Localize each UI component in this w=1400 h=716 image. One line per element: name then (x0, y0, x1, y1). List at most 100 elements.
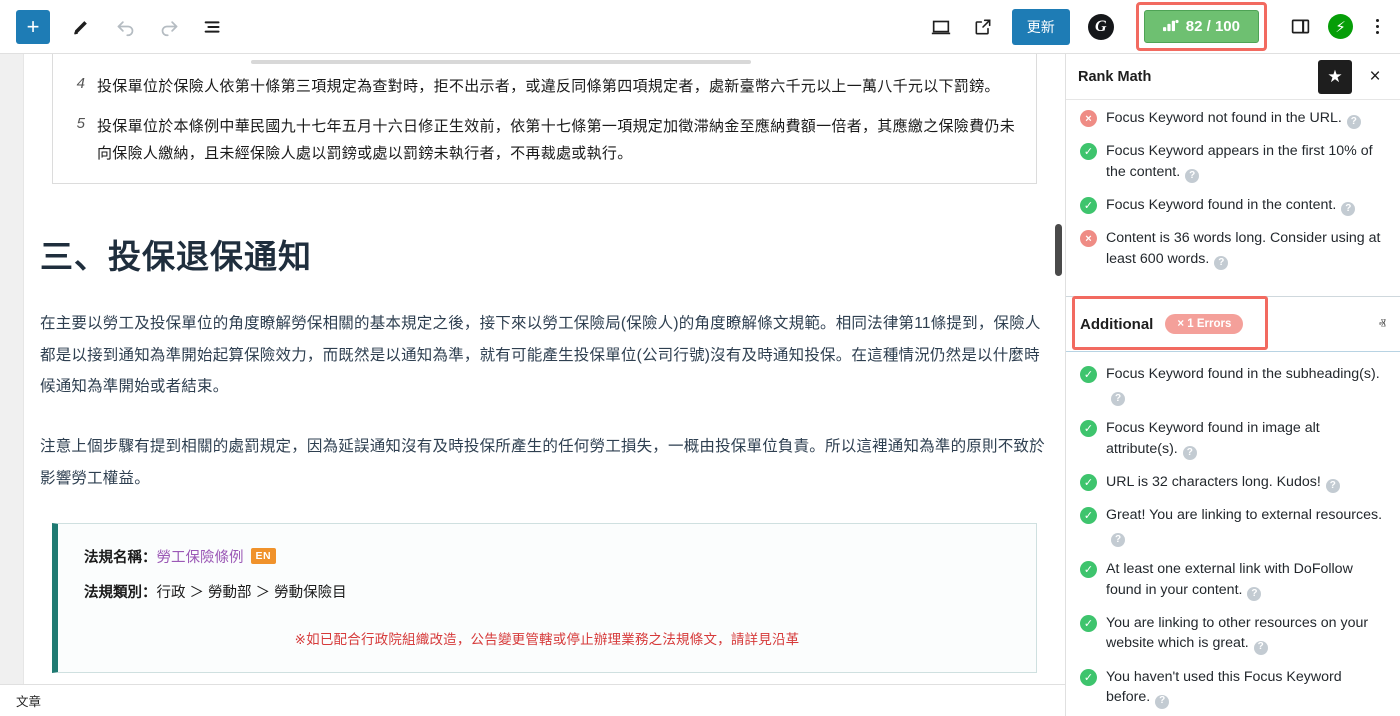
analysis-item: ✓ Focus Keyword found in the subheading(… (1080, 364, 1386, 407)
jetpack-icon[interactable]: ⚡ (1328, 14, 1353, 39)
law-category-label: 法規類別： (84, 584, 157, 601)
help-icon[interactable]: ? (1214, 256, 1229, 271)
success-icon: ✓ (1080, 366, 1097, 384)
editor-toolbar: + 更新 G 82 / 100 ⚡ (0, 0, 1400, 54)
analysis-item: ✓ You are linking to other resources on … (1080, 613, 1386, 655)
law-name-label: 法規名稱： (84, 549, 157, 566)
law-name-value[interactable]: 勞工保險條例 (157, 546, 244, 567)
success-icon: ✓ (1080, 420, 1097, 438)
law-category-line: 法規類別： 行政 ＞ 勞動部 ＞ 勞動保險目 (84, 581, 1010, 602)
breadcrumb[interactable]: 文章 (16, 691, 41, 710)
seo-score-button[interactable]: 82 / 100 (1143, 10, 1259, 43)
toolbar-right-group: 更新 G 82 / 100 ⚡ (922, 2, 1392, 51)
editor-status-bar: 文章 (0, 684, 1065, 716)
analysis-item-text: Focus Keyword found in image alt attribu… (1106, 418, 1386, 460)
post-content-canvas[interactable]: 4 投保單位於保險人依第十條第三項規定為查對時，拒不出示者，或違反同條第四項規定… (24, 54, 1065, 716)
analysis-item-text: Focus Keyword not found in the URL.? (1106, 108, 1361, 130)
success-icon: ✓ (1080, 507, 1097, 525)
editor-scrollbar-thumb[interactable] (1055, 224, 1062, 276)
help-icon[interactable]: ? (1185, 169, 1200, 184)
analysis-item: × Content is 36 words long. Consider usi… (1080, 228, 1386, 271)
analysis-item: ✓ At least one external link with DoFoll… (1080, 559, 1386, 601)
editor-body: 4 投保單位於保險人依第十條第三項規定為查對時，拒不出示者，或違反同條第四項規定… (0, 54, 1400, 716)
law-item-text: 投保單位於本條例中華民國九十七年五月十六日修正生效前，依第十七條第一項規定加徵滞… (97, 118, 1016, 162)
rank-math-content: × Focus Keyword not found in the URL.? ✓… (1066, 100, 1400, 716)
analysis-item-text: Focus Keyword found in the subheading(s)… (1106, 364, 1386, 407)
tools-pencil-icon[interactable] (62, 8, 100, 46)
basic-analysis-list: × Focus Keyword not found in the URL.? ✓… (1066, 100, 1400, 286)
additional-accordion-header[interactable]: Additional × 1 Errors ⱏ (1066, 296, 1400, 353)
help-icon[interactable]: ? (1325, 479, 1340, 494)
grammarly-icon[interactable]: G (1087, 13, 1114, 40)
law-excerpt-row: 4 投保單位於保險人依第十條第三項規定為查對時，拒不出示者，或違反同條第四項規定… (71, 74, 1018, 100)
analysis-item: ✓ URL is 32 characters long. Kudos!? (1080, 472, 1386, 494)
document-outline-icon[interactable] (194, 8, 232, 46)
analysis-item-text: At least one external link with DoFollow… (1106, 559, 1386, 601)
law-excerpt-embed: 4 投保單位於保險人依第十條第三項規定為查對時，拒不出示者，或違反同條第四項規定… (52, 54, 1037, 184)
error-icon: × (1080, 110, 1097, 127)
seo-score-value: 82 / 100 (1185, 18, 1240, 35)
law-category-value: 行政 ＞ 勞動部 ＞ 勞動保險目 (156, 584, 347, 601)
law-item-number: 5 (76, 115, 85, 133)
success-icon: ✓ (1080, 143, 1097, 161)
success-icon: ✓ (1080, 668, 1097, 686)
seo-score-highlight: 82 / 100 (1135, 2, 1267, 51)
english-version-badge[interactable]: EN (250, 548, 277, 565)
error-icon: × (1080, 230, 1097, 248)
rank-math-title: Rank Math (1078, 68, 1152, 85)
law-info-card: 法規名稱： 勞工保險條例 EN 法規類別： 行政 ＞ 勞動部 ＞ 勞動保險目 ※… (52, 522, 1037, 673)
redo-arrow-icon[interactable] (150, 8, 188, 46)
update-button[interactable]: 更新 (1011, 8, 1070, 45)
help-icon[interactable]: ? (1253, 640, 1268, 655)
help-icon[interactable]: ? (1155, 694, 1170, 709)
sidebar-toggle-icon[interactable] (1281, 8, 1319, 46)
analysis-item-text: Focus Keyword appears in the first 10% o… (1106, 141, 1386, 184)
help-icon[interactable]: ? (1247, 586, 1262, 601)
analysis-item: ✓ Focus Keyword appears in the first 10%… (1080, 141, 1386, 184)
analysis-item: × Focus Keyword not found in the URL.? (1080, 108, 1386, 130)
rank-math-header: Rank Math ★ × (1066, 54, 1400, 100)
analysis-item: ✓ Great! You are linking to external res… (1080, 505, 1386, 547)
additional-error-badge: × 1 Errors (1165, 314, 1244, 335)
additional-analysis-list: ✓ Focus Keyword found in the subheading(… (1066, 352, 1400, 709)
paragraph-block[interactable]: 在主要以勞工及投保單位的角度瞭解勞保相關的基本規定之後，接下來以勞工保險局(保險… (40, 308, 1049, 403)
chevron-up-icon[interactable]: ⱏ (1379, 316, 1386, 333)
additional-section: Additional × 1 Errors ⱏ (1066, 296, 1400, 353)
help-icon[interactable]: ? (1346, 115, 1361, 130)
left-rail (0, 54, 24, 716)
help-icon[interactable]: ? (1111, 532, 1125, 547)
three-dots-icon[interactable] (1362, 8, 1392, 46)
law-card-note: ※如已配合行政院組織改造，公告變更管轄或停止辦理業務之法規條文，請詳見沿革 (294, 631, 800, 647)
close-icon[interactable]: × (1362, 64, 1388, 90)
paragraph-block[interactable]: 注意上個步驟有提到相關的處罰規定，因為延誤通知沒有及時投保所產生的任何勞工損失，… (40, 431, 1049, 495)
help-icon[interactable]: ? (1111, 392, 1125, 407)
wordpress-block-editor: + 更新 G 82 / 100 ⚡ 4 投保單位於保險人依第十條第三項規定為查對… (0, 0, 1400, 716)
external-link-icon[interactable] (964, 8, 1002, 46)
help-icon[interactable]: ? (1182, 445, 1197, 460)
law-item-text: 投保單位於保險人依第十條第三項規定為查對時，拒不出示者，或違反同條第四項規定者，… (97, 78, 1000, 95)
law-item-number: 4 (76, 75, 85, 92)
desktop-preview-icon[interactable] (922, 8, 960, 46)
section-heading[interactable]: 三、投保退保通知 (40, 230, 1049, 278)
analysis-item: ✓ Focus Keyword found in the content.? (1080, 195, 1386, 217)
analysis-item: ✓ You haven't used this Focus Keyword be… (1080, 667, 1386, 709)
analysis-item: ✓ Focus Keyword found in image alt attri… (1080, 418, 1386, 460)
success-icon: ✓ (1080, 473, 1097, 491)
add-block-button[interactable]: + (16, 9, 50, 44)
analysis-item-text: Great! You are linking to external resou… (1106, 505, 1386, 547)
success-icon: ✓ (1080, 197, 1097, 215)
law-name-line: 法規名稱： 勞工保險條例 EN (84, 546, 1010, 567)
toolbar-left-group: + (16, 8, 232, 46)
undo-arrow-icon[interactable] (106, 8, 144, 46)
star-icon[interactable]: ★ (1318, 59, 1352, 94)
additional-label: Additional (1080, 315, 1154, 333)
embed-scroll-indicator (251, 60, 751, 64)
rank-math-sidebar: Rank Math ★ × × Focus Keyword not found … (1065, 54, 1400, 716)
analysis-item-text: You are linking to other resources on yo… (1106, 613, 1386, 655)
success-icon: ✓ (1080, 560, 1097, 578)
analysis-item-text: Content is 36 words long. Consider using… (1106, 228, 1386, 271)
score-chart-icon (1162, 19, 1179, 35)
canvas-inner: 4 投保單位於保險人依第十條第三項規定為查對時，拒不出示者，或違反同條第四項規定… (24, 54, 1065, 716)
plus-icon: + (26, 13, 40, 39)
help-icon[interactable]: ? (1341, 202, 1356, 217)
